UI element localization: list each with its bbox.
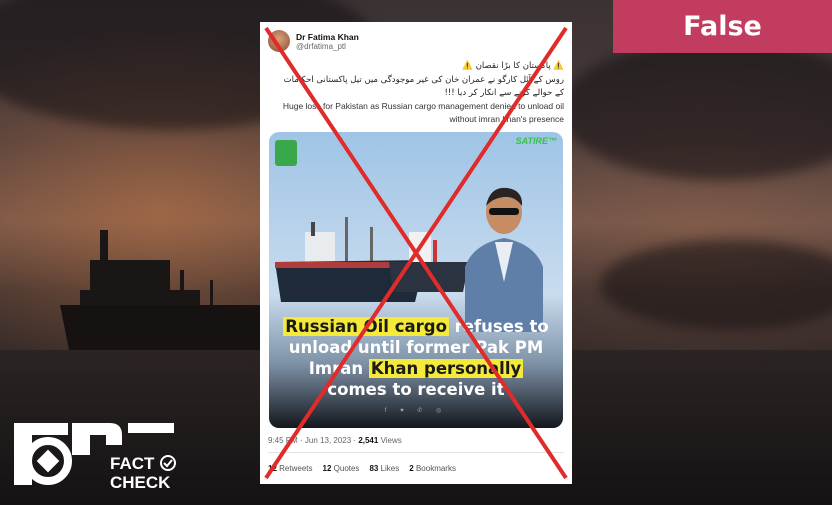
urdu-body: روس کے آئل کارگو نے عمران خان کی غیر موج…	[283, 75, 564, 98]
share-icons: f ♥ ✆ ◎	[384, 408, 448, 414]
tweet-date: · Jun 13, 2023 ·	[300, 436, 357, 445]
satire-label: SATIRE™	[515, 136, 557, 146]
person-photo	[465, 187, 543, 332]
quotes-stat[interactable]: 12 Quotes	[323, 464, 360, 473]
urdu-headline: ⚠️ پاکستان کا بڑا نقصان ⚠️	[462, 61, 564, 71]
retweets-stat[interactable]: 12 Retweets	[268, 464, 313, 473]
ship-silhouette	[60, 230, 280, 355]
tweet-card: Dr Fatima Khan @drfatima_ptl ⚠️ پاکستان …	[260, 22, 572, 484]
bookmarks-stat[interactable]: 2 Bookmarks	[409, 464, 456, 473]
verdict-badge: False	[613, 0, 832, 53]
svg-text:CHECK: CHECK	[110, 473, 171, 492]
likes-stat[interactable]: 83 Likes	[369, 464, 399, 473]
channel-logo	[275, 140, 297, 166]
avatar[interactable]	[268, 30, 290, 52]
tweet-image[interactable]: SATIRE™ Russian Oil cargo refuses to unl…	[269, 132, 563, 428]
image-caption: Russian Oil cargo refuses to unload unti…	[283, 317, 549, 399]
tweet-stats: 12 Retweets 12 Quotes 83 Likes 2 Bookmar…	[268, 464, 456, 473]
views-count: 2,541	[358, 436, 379, 445]
factcheck-logo: FACT CHECK	[14, 423, 176, 492]
tweet-header: Dr Fatima Khan @drfatima_ptl	[268, 30, 359, 52]
author-name[interactable]: Dr Fatima Khan	[296, 32, 359, 42]
divider	[268, 452, 564, 453]
author-handle[interactable]: @drfatima_ptl	[296, 42, 359, 51]
tweet-meta: 9:45 PM · Jun 13, 2023 · 2,541 Views	[268, 436, 402, 445]
tweet-time: 9:45 PM	[268, 436, 298, 445]
english-text: Huge loss for Pakistan as Russian cargo …	[282, 101, 564, 124]
views-label: Views	[380, 436, 402, 445]
svg-text:FACT: FACT	[110, 454, 155, 473]
